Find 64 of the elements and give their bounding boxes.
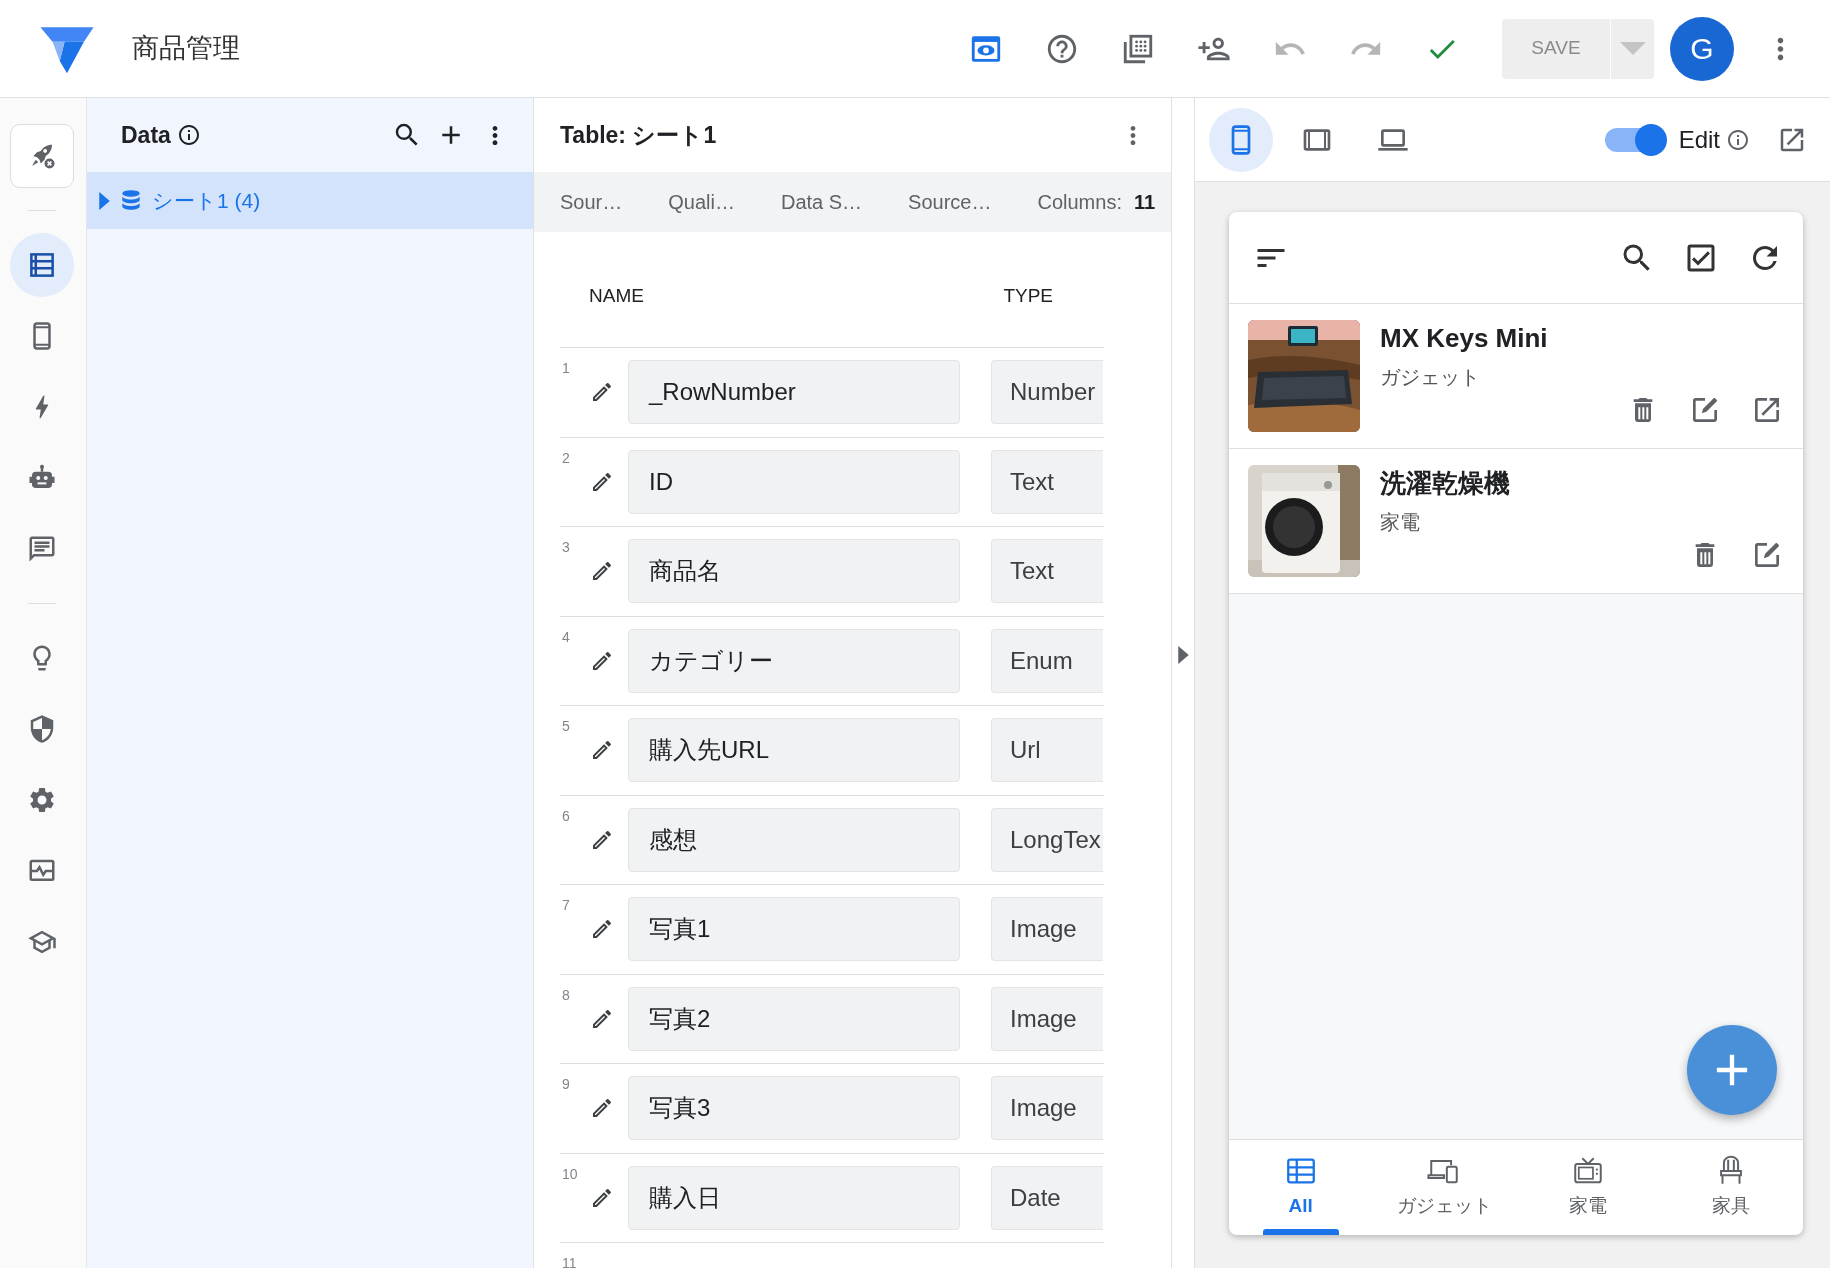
type-field[interactable]: Url bbox=[991, 718, 1103, 783]
name-field[interactable]: _RowNumber bbox=[628, 360, 960, 425]
type-field[interactable]: Text bbox=[991, 539, 1103, 604]
settings-icon bbox=[27, 785, 57, 815]
table-title: Table: シート1 bbox=[560, 120, 717, 150]
more-icon bbox=[1776, 36, 1784, 61]
row-number: 5 bbox=[562, 717, 570, 736]
row-number: 10 bbox=[562, 1164, 578, 1184]
row-number: 9 bbox=[562, 1075, 570, 1094]
row-number: 11 bbox=[562, 1254, 577, 1268]
type-field[interactable]: Date bbox=[991, 1165, 1103, 1230]
table-icon bbox=[27, 250, 57, 280]
columns-label: Columns: bbox=[1037, 190, 1122, 215]
name-field[interactable]: 購入日 bbox=[628, 1165, 960, 1230]
panel-title: Data bbox=[121, 120, 171, 150]
info-icon bbox=[176, 123, 201, 147]
tab[interactable]: Data S… bbox=[780, 187, 863, 217]
columns-count: 11 bbox=[1133, 190, 1156, 215]
nav-tab[interactable]: ガジェット bbox=[1372, 1140, 1516, 1235]
rail-rocket-button[interactable] bbox=[10, 124, 74, 188]
name-field[interactable]: ID bbox=[628, 449, 960, 514]
name-field[interactable]: 感想 bbox=[628, 807, 960, 872]
item-subtitle: 家電 bbox=[1380, 509, 1420, 535]
row-number: 6 bbox=[562, 806, 570, 826]
row-number: 3 bbox=[562, 538, 570, 557]
name-field[interactable]: 商品名 bbox=[628, 539, 960, 604]
type-field[interactable]: Text bbox=[991, 449, 1103, 514]
nav-tab[interactable]: 家具 bbox=[1659, 1140, 1803, 1235]
type-field[interactable]: LongTex bbox=[991, 807, 1103, 872]
tab[interactable]: Quali… bbox=[668, 187, 735, 217]
row-number: 2 bbox=[562, 448, 570, 468]
row-number: 4 bbox=[562, 627, 570, 647]
app-title: 商品管理 bbox=[132, 32, 240, 66]
type-field[interactable]: Image bbox=[991, 897, 1103, 962]
item-subtitle: ガジェット bbox=[1380, 364, 1480, 390]
item-title: MX Keys Mini bbox=[1380, 322, 1548, 355]
nav-tab[interactable]: 家電 bbox=[1516, 1140, 1660, 1235]
type-field[interactable]: Image bbox=[991, 1076, 1103, 1141]
name-field[interactable]: 購入先URL bbox=[628, 718, 960, 783]
type-field[interactable]: Image bbox=[991, 986, 1103, 1051]
tab[interactable]: Sour… bbox=[560, 187, 623, 217]
row-number: 1 bbox=[562, 359, 570, 378]
type-field[interactable]: Enum bbox=[991, 628, 1103, 693]
info-icon bbox=[1726, 127, 1750, 152]
name-field[interactable]: 写真3 bbox=[628, 1076, 960, 1141]
caret-icon bbox=[1619, 42, 1646, 55]
caret-icon bbox=[1177, 646, 1189, 664]
name-field[interactable]: 写真1 bbox=[628, 897, 960, 962]
item-title: 洗濯乾燥機 bbox=[1380, 467, 1510, 500]
more-icon bbox=[492, 124, 498, 146]
row-number: 7 bbox=[562, 896, 570, 915]
more-icon bbox=[1130, 124, 1136, 146]
caret-icon bbox=[99, 191, 110, 210]
avatar[interactable]: G bbox=[1670, 16, 1734, 81]
column-header: NAME bbox=[589, 284, 644, 309]
row-number: 8 bbox=[562, 985, 570, 1005]
name-field[interactable]: カテゴリー bbox=[628, 628, 960, 693]
nav-tab[interactable]: All bbox=[1229, 1140, 1373, 1235]
name-field[interactable]: 写真2 bbox=[628, 986, 960, 1051]
column-header: TYPE bbox=[1003, 284, 1053, 309]
tab[interactable]: Source… bbox=[908, 187, 992, 217]
type-field[interactable]: Number bbox=[991, 360, 1103, 425]
edit-label: Edit bbox=[1678, 124, 1720, 155]
chat-icon bbox=[27, 534, 57, 564]
